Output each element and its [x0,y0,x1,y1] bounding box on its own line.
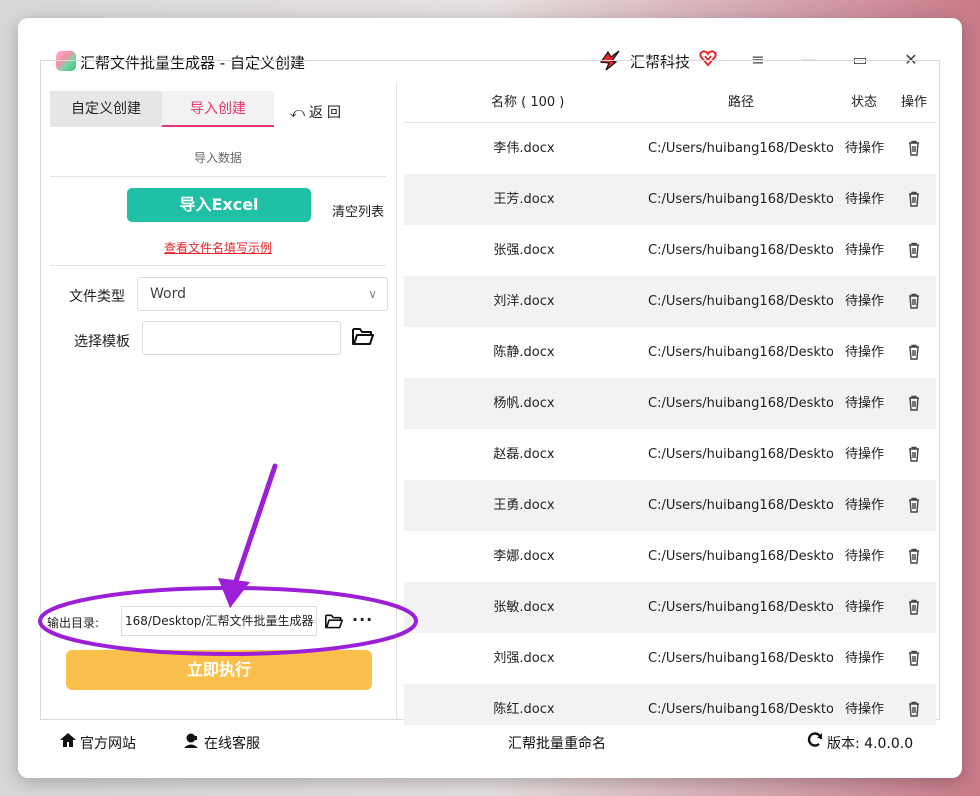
more-options-button[interactable]: ··· [352,610,373,629]
file-status-cell: 待操作 [845,345,885,360]
trash-icon[interactable] [907,140,921,156]
file-type-select[interactable]: Word ∨ [137,277,388,311]
file-type-label: 文件类型 [69,289,125,305]
file-status-cell: 待操作 [845,192,885,207]
trash-icon[interactable] [907,650,921,666]
template-input[interactable] [142,321,341,355]
file-name-cell: 杨帆.docx [493,396,555,411]
output-dir-label: 输出目录: [47,616,100,630]
file-status-cell: 待操作 [845,294,885,309]
footer: 官方网站 在线客服 汇帮批量重命名 版本: 4.0.0.0 [40,720,940,762]
file-path-cell: C:/Users/huibang168/Desktop/ [648,498,833,513]
table-row[interactable]: 王芳.docx C:/Users/huibang168/Desktop/待操作 [404,174,936,225]
file-name-cell: 王芳.docx [493,192,555,207]
clear-list-button[interactable]: 清空列表 [332,201,384,220]
output-dir-input[interactable]: 168/Desktop/汇帮文件批量生成器 [121,606,317,636]
table-row[interactable]: 张敏.docx C:/Users/huibang168/Desktop/待操作 [404,582,936,633]
trash-icon[interactable] [907,599,921,615]
file-status-cell: 待操作 [845,141,885,156]
app-window: 汇帮文件批量生成器 - 自定义创建 汇帮科技 ≡ — ▭ ✕ 自定义创建 导入创… [18,18,962,778]
file-path-cell: C:/Users/huibang168/Desktop/ [648,651,833,666]
trash-icon[interactable] [907,242,921,258]
file-path-cell: C:/Users/huibang168/Desktop/ [648,600,833,615]
divider [50,176,386,177]
file-status-cell: 待操作 [845,600,885,615]
table-row[interactable]: 陈静.docx C:/Users/huibang168/Desktop/待操作 [404,327,936,378]
file-type-value: Word [150,286,186,302]
panel-separator [396,82,397,720]
import-excel-button[interactable]: 导入Excel [127,188,311,222]
file-path-cell: C:/Users/huibang168/Desktop/ [648,447,833,462]
trash-icon[interactable] [907,395,921,411]
file-path-cell: C:/Users/huibang168/Desktop/ [648,396,833,411]
trash-icon[interactable] [907,446,921,462]
file-status-cell: 待操作 [845,243,885,258]
run-button[interactable]: 立即执行 [66,650,372,690]
file-name-cell: 张强.docx [493,243,555,258]
table-row[interactable]: 李伟.docx C:/Users/huibang168/Desktop/待操作 [404,123,936,174]
tab-import-create[interactable]: 导入创建 [162,91,274,127]
folder-icon[interactable] [324,612,344,630]
file-name-cell: 陈静.docx [493,345,555,360]
back-label: 返回 [308,105,345,121]
table-row[interactable]: 陈红.docx C:/Users/huibang168/Desktop/待操作 [404,684,936,725]
table-row[interactable]: 杨帆.docx C:/Users/huibang168/Desktop/待操作 [404,378,936,429]
import-section-label: 导入数据 [193,151,242,165]
table-row[interactable]: 李娜.docx C:/Users/huibang168/Desktop/待操作 [404,531,936,582]
official-website-link[interactable]: 官方网站 [80,733,136,753]
column-header-status: 状态 [851,95,878,110]
file-name-cell: 李伟.docx [493,141,555,156]
file-status-cell: 待操作 [845,447,885,462]
trash-icon[interactable] [907,548,921,564]
trash-icon[interactable] [907,293,921,309]
file-path-cell: C:/Users/huibang168/Desktop/ [648,243,833,258]
trash-icon[interactable] [907,497,921,513]
table-row[interactable]: 赵磊.docx C:/Users/huibang168/Desktop/待操作 [404,429,936,480]
home-icon [60,733,76,747]
file-name-cell: 刘强.docx [493,651,555,666]
online-support-link[interactable]: 在线客服 [204,733,260,753]
footer-center-text: 汇帮批量重命名 [508,736,606,752]
table-row[interactable]: 王勇.docx C:/Users/huibang168/Desktop/待操作 [404,480,936,531]
table-row[interactable]: 刘洋.docx C:/Users/huibang168/Desktop/待操作 [404,276,936,327]
file-status-cell: 待操作 [845,498,885,513]
file-name-cell: 李娜.docx [493,549,555,564]
column-header-action: 操作 [901,95,928,110]
divider [50,265,386,266]
file-path-cell: C:/Users/huibang168/Desktop/ [648,345,833,360]
chevron-down-icon: ∨ [368,287,377,301]
trash-icon[interactable] [907,701,921,717]
file-status-cell: 待操作 [845,549,885,564]
folder-icon[interactable] [351,325,375,347]
back-button[interactable]: ⤺返回 [290,102,345,122]
trash-icon[interactable] [907,191,921,207]
version-label: 版本: 4.0.0.0 [827,736,914,752]
table-row[interactable]: 张强.docx C:/Users/huibang168/Desktop/待操作 [404,225,936,276]
table-row[interactable]: 刘强.docx C:/Users/huibang168/Desktop/待操作 [404,633,936,684]
file-name-cell: 王勇.docx [493,498,555,513]
file-path-cell: C:/Users/huibang168/Desktop/ [648,192,833,207]
column-header-path: 路径 [728,95,755,110]
tab-custom-create[interactable]: 自定义创建 [50,91,162,127]
undo-icon: ⤺ [290,105,309,121]
column-header-name: 名称 ( 100 ) [491,95,565,110]
template-label: 选择模板 [74,334,130,350]
file-status-cell: 待操作 [845,396,885,411]
example-link[interactable]: 查看文件名填写示例 [50,239,386,256]
trash-icon[interactable] [907,344,921,360]
file-status-cell: 待操作 [845,651,885,666]
file-name-cell: 赵磊.docx [493,447,555,462]
file-path-cell: C:/Users/huibang168/Desktop/ [648,549,833,564]
file-name-cell: 张敏.docx [493,600,555,615]
file-path-cell: C:/Users/huibang168/Desktop/ [648,141,833,156]
headset-icon [184,733,198,748]
file-path-cell: C:/Users/huibang168/Desktop/ [648,294,833,309]
file-name-cell: 刘洋.docx [493,294,555,309]
refresh-icon[interactable] [806,731,824,749]
